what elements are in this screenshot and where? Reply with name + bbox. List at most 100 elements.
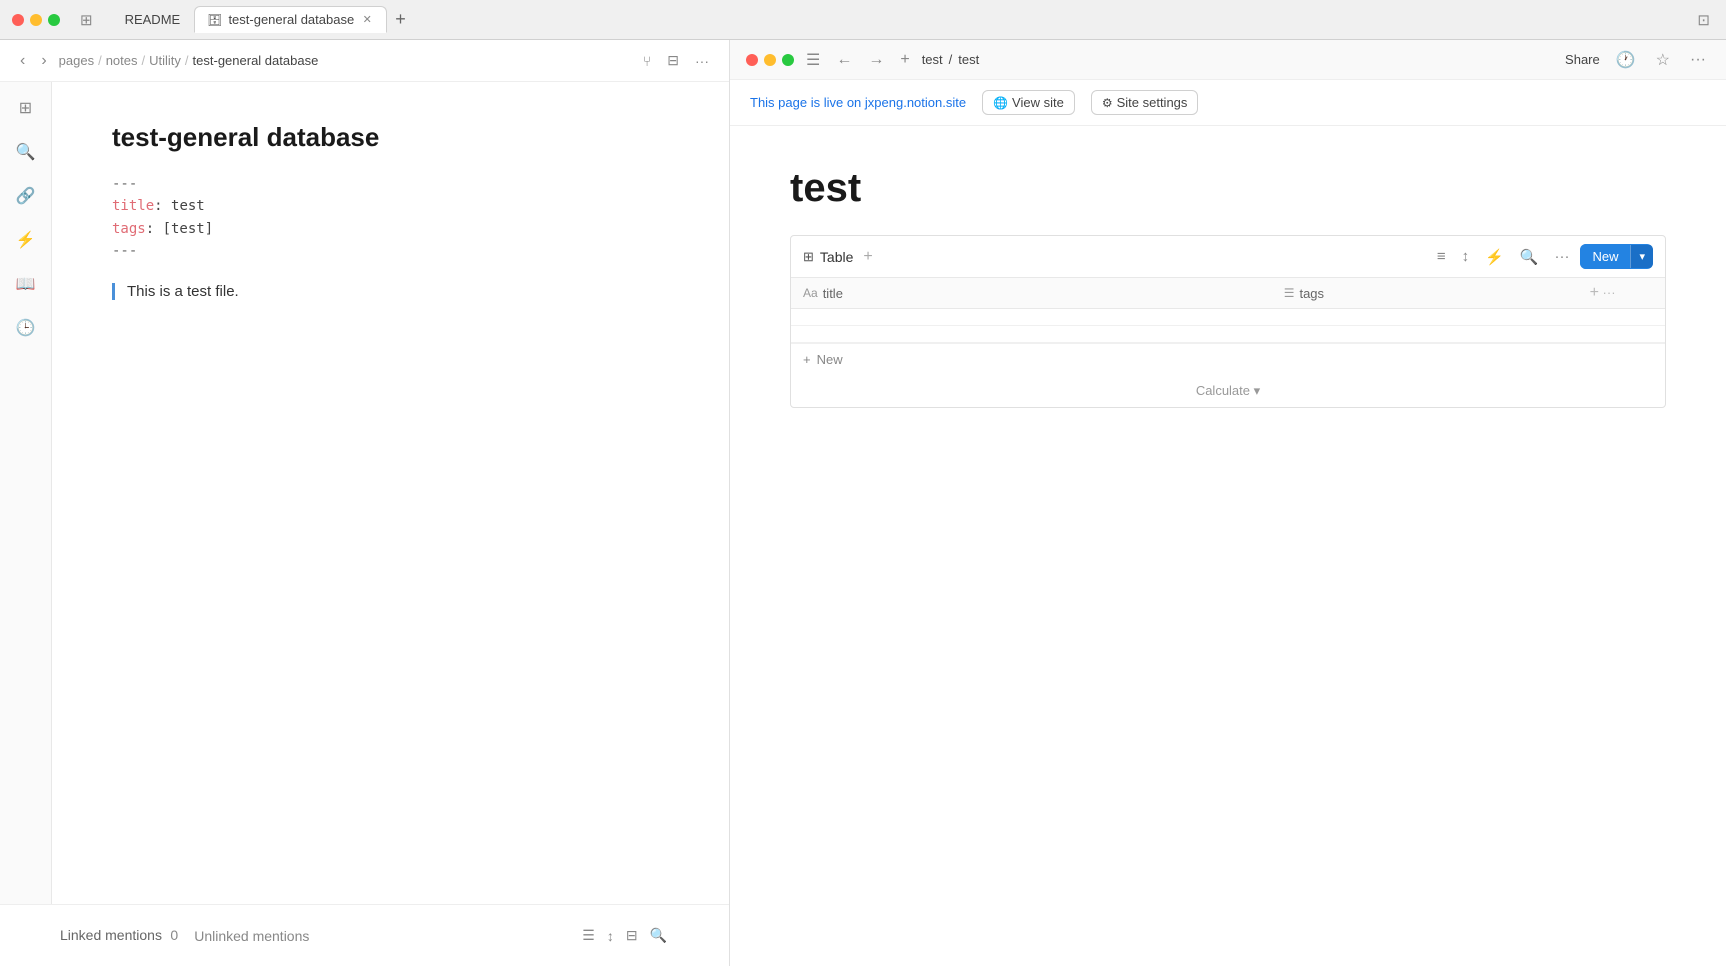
live-text[interactable]: This page is live on jxpeng.notion.site [750,95,966,110]
notion-menu-icon[interactable]: ☰ [802,48,824,72]
frontmatter-colon-1: : [154,198,171,214]
frontmatter-tags-value: [test] [163,221,214,237]
frontmatter-dashes-bottom: --- [112,240,669,262]
mentions-list-icon[interactable]: ☰ [580,925,597,946]
back-button[interactable]: ‹ [16,50,29,72]
db-search-icon[interactable]: 🔍 [1515,245,1544,269]
database-toolbar: ⊞ Table + ≡ ↕ ⚡ 🔍 ··· New ▾ [791,236,1665,278]
main-layout: ‹ › pages / notes / Utility / test-gener… [0,40,1726,966]
calculate-row: Calculate ▾ [791,375,1665,407]
maximize-button[interactable] [48,14,60,26]
calculate-button[interactable]: Calculate ▾ [1196,383,1260,399]
table-row[interactable] [791,326,1665,343]
mentions-left: Linked mentions 0 Unlinked mentions [60,927,309,945]
notion-content: test ⊞ Table + ≡ ↕ ⚡ 🔍 ··· [730,126,1726,966]
notion-url-bar: test / test [922,52,980,67]
unlinked-mentions-link[interactable]: Unlinked mentions [194,928,309,944]
breadcrumb-sep-1: / [98,53,102,68]
tags-col-label: tags [1299,286,1324,301]
blockquote: This is a test file. [112,283,669,300]
add-new-row-label: New [817,352,843,367]
row-2-title[interactable] [791,326,1272,343]
database-table: Aa title ☰ tags + [791,278,1665,343]
title-col-label: title [823,286,843,301]
notion-forward-icon[interactable]: → [864,49,888,71]
breadcrumb-pages[interactable]: pages [59,53,94,68]
sidebar-toggle-icon[interactable]: ⊞ [76,9,97,31]
table-view-label: Table [820,249,853,265]
frontmatter-title-key: title [112,198,154,214]
reading-view-icon[interactable]: ⊟ [663,50,683,71]
db-more-icon[interactable]: ··· [1549,245,1574,268]
notion-more-icon[interactable]: ··· [1686,49,1710,71]
row-1-title[interactable] [791,309,1272,326]
col-options-button[interactable]: ··· [1603,285,1616,300]
mentions-sort-icon[interactable]: ↕ [605,925,616,946]
close-button[interactable] [12,14,24,26]
tab-test-general-database[interactable]: 🗄 test-general database ✕ [194,6,387,33]
notion-chrome-right: Share 🕐 ☆ ··· [1565,48,1710,72]
breadcrumb-current: test-general database [193,53,319,68]
notion-min-btn[interactable] [764,54,776,66]
frontmatter-tags-key: tags [112,221,146,237]
linked-mentions-title: Linked mentions [60,927,162,943]
site-settings-button[interactable]: ⚙ Site settings [1091,90,1199,115]
notion-star-icon[interactable]: ☆ [1652,48,1674,72]
notion-new-tab-icon[interactable]: + [896,49,913,71]
split-view-icon[interactable]: ⊡ [1693,9,1714,31]
filter-icon[interactable]: ≡ [1432,245,1451,268]
editor-toolbar: ‹ › pages / notes / Utility / test-gener… [0,40,729,82]
minimize-button[interactable] [30,14,42,26]
linked-mentions-label: Linked mentions 0 [60,927,178,945]
notion-history-icon[interactable]: 🕐 [1612,48,1640,72]
mentions-section: Linked mentions 0 Unlinked mentions ☰ ↕ … [0,904,729,966]
new-record-dropdown[interactable]: ▾ [1630,245,1653,268]
table-row[interactable] [791,309,1665,326]
sidebar-search-icon[interactable]: 🔍 [12,138,40,166]
add-new-row-button[interactable]: + New [791,343,1665,375]
editor-toolbar-left: ‹ › pages / notes / Utility / test-gener… [16,50,318,72]
sort-icon[interactable]: ↕ [1457,245,1475,268]
row-2-extra [1578,326,1665,343]
add-view-button[interactable]: + [859,248,876,266]
new-record-main[interactable]: New [1580,244,1630,269]
new-record-button[interactable]: New ▾ [1580,244,1653,269]
editor-icon-sidebar: ⊞ 🔍 🔗 ⚡ 📖 🕒 [0,82,52,904]
tab-test-general-database-label: test-general database [228,12,354,27]
notion-max-btn[interactable] [782,54,794,66]
notion-back-icon[interactable]: ← [832,49,856,71]
git-icon[interactable]: ⑂ [639,51,655,71]
notion-chrome: ☰ ← → + test / test Share 🕐 ☆ ··· [730,40,1726,80]
frontmatter-title-line: title: test [112,195,669,217]
window-chrome: ⊞ README 🗄 test-general database ✕ + ⊡ [0,0,1726,40]
row-1-tags[interactable] [1272,309,1578,326]
row-2-tags[interactable] [1272,326,1578,343]
add-column-button[interactable]: + [1590,284,1599,302]
sidebar-links-icon[interactable]: 🔗 [12,182,40,210]
notion-close-btn[interactable] [746,54,758,66]
mentions-filter-icon[interactable]: ⊟ [624,925,640,946]
lightning-icon[interactable]: ⚡ [1480,245,1509,269]
tab-readme[interactable]: README [113,7,193,32]
editor-panel: ‹ › pages / notes / Utility / test-gener… [0,40,730,966]
breadcrumb-sep-3: / [185,53,189,68]
blockquote-text: This is a test file. [127,283,239,300]
notion-chrome-left: ☰ ← → + test / test [746,48,979,72]
sidebar-grid-icon[interactable]: ⊞ [15,94,36,122]
sidebar-book-icon[interactable]: 📖 [12,270,40,298]
editor-main: ⊞ 🔍 🔗 ⚡ 📖 🕒 test-general database --- ti… [0,82,729,904]
new-tab-button[interactable]: + [389,9,412,30]
breadcrumb-notes[interactable]: notes [106,53,138,68]
tab-close-icon[interactable]: ✕ [360,13,374,27]
sidebar-clock-icon[interactable]: 🕒 [12,314,40,342]
sidebar-lightning-icon[interactable]: ⚡ [12,226,40,254]
notion-share-button[interactable]: Share [1565,52,1600,67]
view-site-button[interactable]: 🌐 View site [982,90,1075,115]
calculate-chevron: ▾ [1254,383,1261,398]
editor-toolbar-right: ⑂ ⊟ ··· [639,50,713,71]
notion-url-sep: / [949,52,953,67]
mentions-search-icon[interactable]: 🔍 [648,925,669,946]
breadcrumb-utility[interactable]: Utility [149,53,181,68]
more-options-icon[interactable]: ··· [691,51,713,71]
forward-button[interactable]: › [37,50,50,72]
